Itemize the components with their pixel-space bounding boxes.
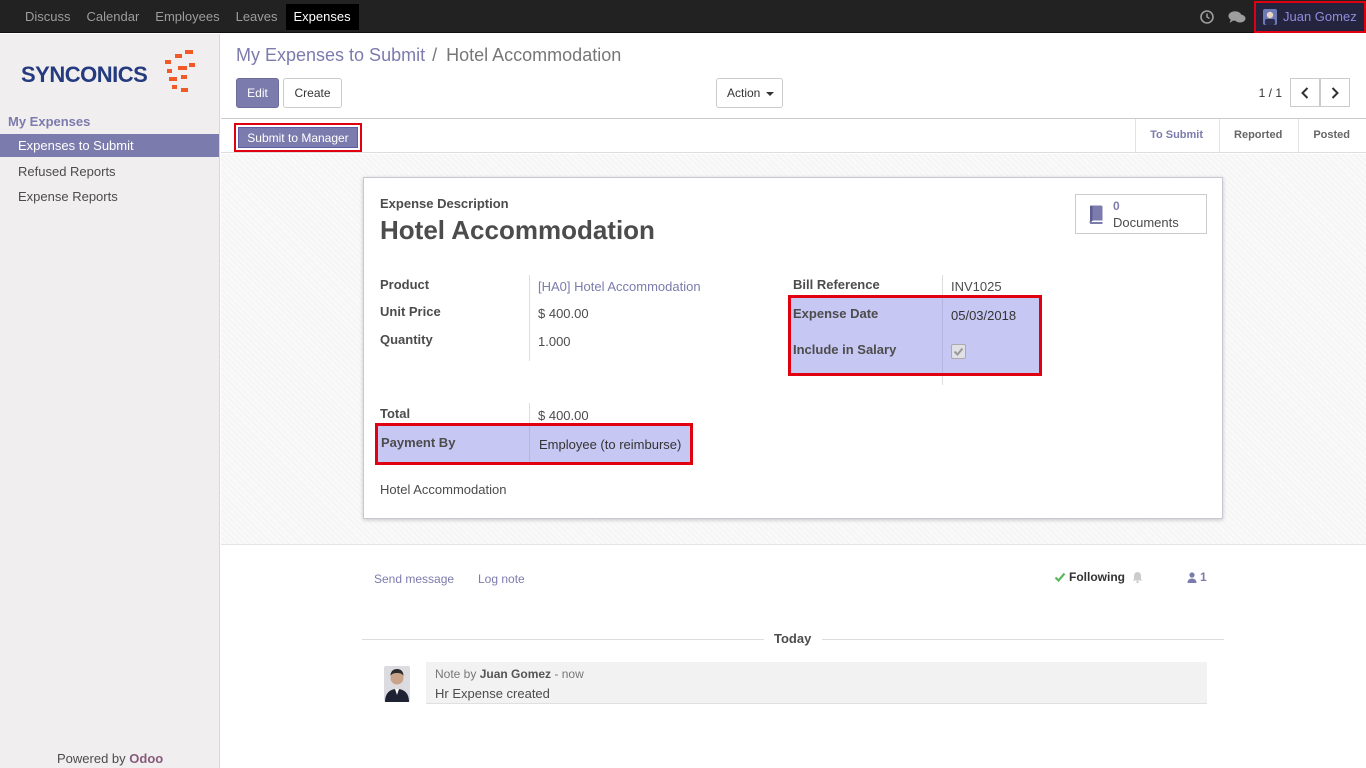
powered-by: Powered by Odoo [57,751,164,766]
bell-icon[interactable] [1132,571,1143,583]
message-header: Note by Juan Gomez - now [435,667,584,681]
form-statusbar: Submit to Manager To Submit Reported Pos… [221,119,1366,153]
total-value: $ 400.00 [538,408,589,423]
create-button[interactable]: Create [283,78,342,108]
breadcrumb-separator: / [432,45,438,65]
sidebar: SYNCONICS My Expenses Expenses to Submit… [0,34,220,768]
documents-count: 0 [1113,199,1120,213]
top-navbar: Discuss Calendar Employees Leaves Expens… [0,0,1366,33]
product-label: Product [380,277,430,292]
caret-down-icon [765,91,774,96]
breadcrumb: My Expenses to Submit / Hotel Accommodat… [236,45,621,66]
send-message-link[interactable]: Send message [374,572,454,586]
pager-value[interactable]: 1 / 1 [1259,86,1282,100]
stage-posted[interactable]: Posted [1298,119,1366,152]
main-content: My Expenses to Submit / Hotel Accommodat… [221,34,1366,768]
expense-notes: Hotel Accommodation [380,482,507,497]
documents-button[interactable]: 0 Documents [1075,194,1207,234]
user-avatar [1263,8,1277,25]
submit-to-manager-button[interactable]: Submit to Manager [234,123,362,152]
action-dropdown[interactable]: Action [716,78,783,108]
stage-pipeline: To Submit Reported Posted [1135,119,1366,152]
unit-price-value: $ 400.00 [538,306,589,321]
message-item: Note by Juan Gomez - now Hr Expense crea… [426,662,1207,704]
app-menu: Discuss Calendar Employees Leaves Expens… [17,4,359,30]
pager-next-button[interactable] [1320,78,1350,107]
message-body: Hr Expense created [435,686,550,701]
breadcrumb-current: Hotel Accommodation [446,45,622,65]
following-button[interactable]: Following [1054,570,1125,584]
log-note-link[interactable]: Log note [478,572,525,586]
action-label: Action [727,86,761,100]
following-label: Following [1069,570,1125,584]
odoo-link[interactable]: Odoo [129,751,163,766]
followers-button[interactable]: 1 [1187,570,1207,584]
stage-to-submit[interactable]: To Submit [1135,119,1219,152]
book-icon [1089,205,1103,224]
activity-clock-icon[interactable] [1194,0,1220,33]
chatter: Send message Log note Following 1 Today … [221,544,1366,768]
sidebar-section-my-expenses[interactable]: My Expenses [8,114,90,129]
chevron-left-icon [1301,86,1309,99]
author-avatar [384,666,410,702]
check-icon [1054,572,1066,582]
menu-calendar[interactable]: Calendar [79,4,148,30]
payment-by-highlight: Payment By Employee (to reimburse) [375,423,693,465]
expense-title: Hotel Accommodation [380,215,655,245]
menu-employees[interactable]: Employees [147,4,227,30]
menu-leaves[interactable]: Leaves [228,4,286,30]
quantity-label: Quantity [380,332,433,347]
message-time: - now [554,667,584,681]
date-salary-highlight: Expense Date 05/03/2018 Include in Salar… [788,295,1042,376]
form-sheet: 0 Documents Expense Description Hotel Ac… [363,177,1223,519]
sidebar-item-expenses-to-submit[interactable]: Expenses to Submit [0,134,219,157]
divider-right [822,639,1224,640]
company-logo: SYNCONICS [21,48,201,98]
include-salary-label: Include in Salary [793,342,897,357]
include-salary-checkbox[interactable] [951,344,966,359]
payment-by-value: Employee (to reimburse) [539,437,682,452]
pager-previous-button[interactable] [1290,78,1320,107]
left-group-divider [529,275,530,361]
logo-mark-icon [163,50,201,96]
expense-date-value: 05/03/2018 [951,308,1017,323]
product-link[interactable]: [HA0] Hotel Accommodation [538,279,701,294]
sidebar-item-refused-reports[interactable]: Refused Reports [0,160,219,183]
edit-button[interactable]: Edit [236,78,279,108]
user-name: Juan Gomez [1283,9,1357,24]
user-icon [1187,571,1197,583]
menu-discuss[interactable]: Discuss [17,4,79,30]
unit-price-label: Unit Price [380,304,441,319]
note-prefix: Note by [435,667,477,681]
total-label: Total [380,406,411,421]
sidebar-item-expense-reports[interactable]: Expense Reports [0,185,219,208]
stage-reported[interactable]: Reported [1219,119,1298,152]
quantity-value: 1.000 [538,334,571,349]
payment-by-label: Payment By [381,435,456,450]
expense-date-label: Expense Date [793,306,879,321]
control-panel: My Expenses to Submit / Hotel Accommodat… [221,34,1366,119]
description-label: Expense Description [380,196,509,211]
breadcrumb-parent[interactable]: My Expenses to Submit [236,45,425,65]
followers-count: 1 [1200,570,1207,584]
menu-expenses[interactable]: Expenses [285,4,359,30]
user-menu[interactable]: Juan Gomez [1254,0,1366,33]
bill-reference-value: INV1025 [951,279,1002,294]
chevron-right-icon [1331,86,1339,99]
divider-left [362,639,764,640]
message-author[interactable]: Juan Gomez [480,667,551,681]
documents-label: Documents [1113,215,1179,230]
checkmark-icon [953,347,964,356]
day-separator: Today [774,631,812,646]
chat-bubbles-icon[interactable] [1224,0,1250,33]
bill-reference-label: Bill Reference [793,277,880,292]
